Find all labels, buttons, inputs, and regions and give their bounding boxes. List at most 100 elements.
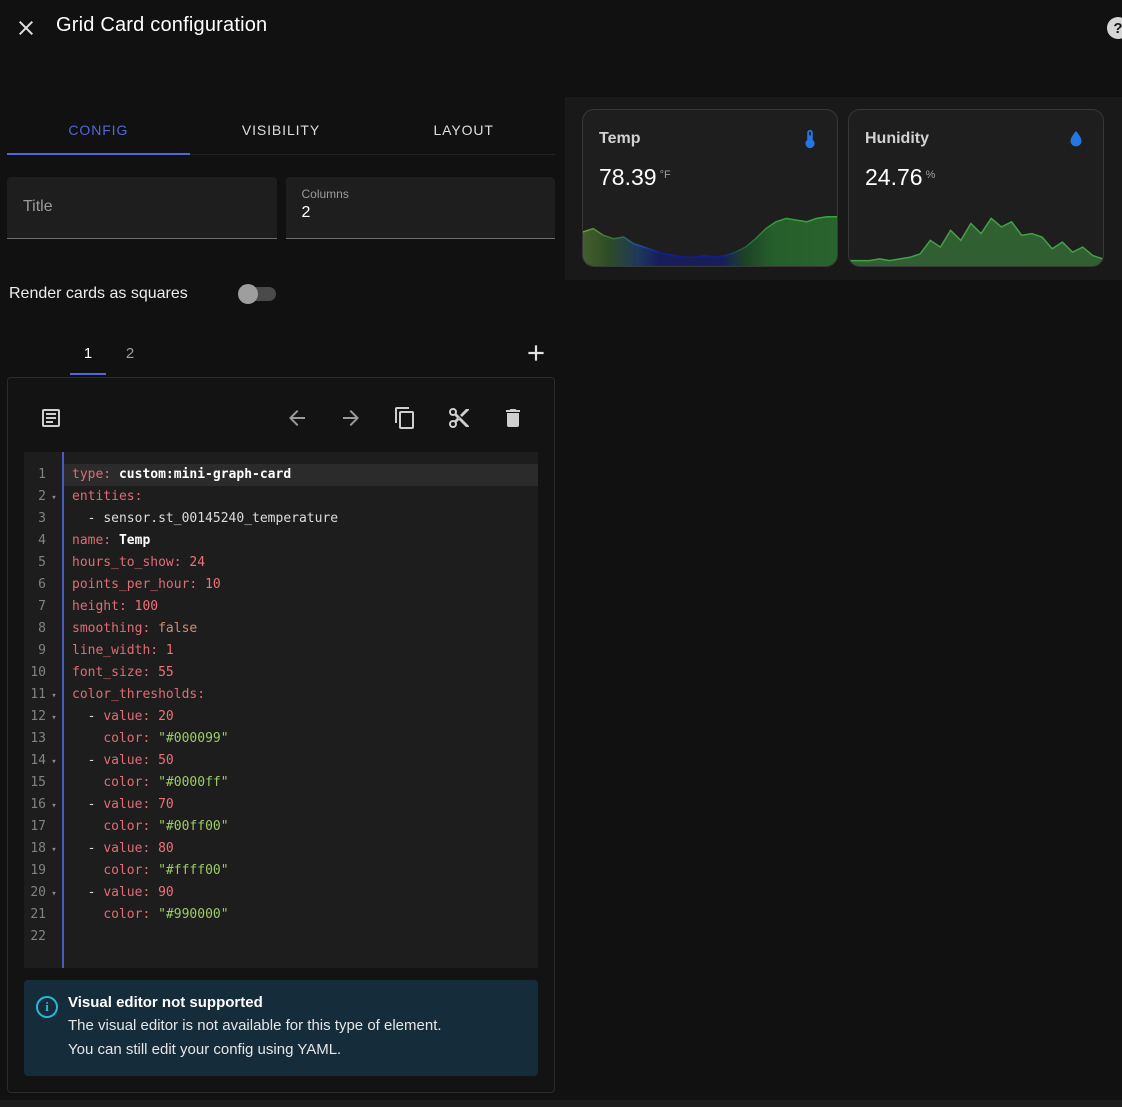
- code-line[interactable]: 2 ▾ entities:: [24, 486, 538, 508]
- line-number: 9: [38, 643, 46, 658]
- code-line[interactable]: 15 color: "#0000ff": [24, 772, 538, 794]
- line-number: 2: [38, 489, 46, 504]
- code-line[interactable]: 19 color: "#ffff00": [24, 860, 538, 882]
- line-number: 7: [38, 599, 46, 614]
- code-line[interactable]: 17 color: "#00ff00": [24, 816, 538, 838]
- code-line-text: points_per_hour: 10: [72, 577, 221, 592]
- preview-card-temp: Temp 78.39 °F: [582, 109, 838, 267]
- tab-visibility[interactable]: VISIBILITY: [190, 106, 373, 154]
- editor-actions: [285, 406, 525, 430]
- title-input[interactable]: [23, 177, 261, 237]
- code-line-text: - value: 80: [72, 841, 174, 856]
- info-text: Visual editor not supported The visual e…: [68, 994, 442, 1062]
- thermometer-icon: [799, 128, 821, 150]
- line-number: 3: [38, 511, 46, 526]
- water-drop-icon: [1065, 128, 1087, 150]
- line-number: 6: [38, 577, 46, 592]
- code-line[interactable]: 6 points_per_hour: 10: [24, 574, 538, 596]
- line-number: 1: [38, 467, 46, 482]
- code-line-text: name: Temp: [72, 533, 151, 548]
- line-number: 13: [30, 731, 46, 746]
- list-box-icon[interactable]: [39, 406, 63, 430]
- code-line[interactable]: 14 ▾ - value: 50: [24, 750, 538, 772]
- title-field[interactable]: [7, 177, 277, 239]
- plus-icon[interactable]: [523, 340, 549, 366]
- card-tab-2[interactable]: 2: [109, 331, 151, 375]
- squares-toggle-row: Render cards as squares: [7, 284, 555, 304]
- code-line[interactable]: 18 ▾ - value: 80: [24, 838, 538, 860]
- fold-toggle-icon[interactable]: ▾: [46, 838, 62, 860]
- help-icon[interactable]: ?: [1107, 17, 1122, 39]
- code-line[interactable]: 22: [24, 926, 538, 948]
- info-body-line: You can still edit your config using YAM…: [68, 1041, 342, 1058]
- fold-toggle-icon[interactable]: ▾: [46, 684, 62, 706]
- squares-toggle[interactable]: [237, 284, 276, 304]
- code-line[interactable]: 8 smoothing: false: [24, 618, 538, 640]
- card-value: 24.76: [865, 164, 923, 190]
- card-preview-panel: Temp 78.39 °F Hunidity 24.76 %: [565, 97, 1122, 280]
- code-line-text: color_thresholds:: [72, 687, 206, 702]
- grid-card-config-dialog: Grid Card configuration ? CONFIG VISIBIL…: [0, 0, 1122, 1107]
- line-number: 16: [30, 797, 46, 812]
- fold-toggle-icon[interactable]: ▾: [46, 794, 62, 816]
- columns-input[interactable]: [301, 204, 539, 222]
- code-line[interactable]: 5 hours_to_show: 24: [24, 552, 538, 574]
- code-line[interactable]: 16 ▾ - value: 70: [24, 794, 538, 816]
- dialog-title: Grid Card configuration: [56, 14, 268, 36]
- card-tab-1[interactable]: 1: [67, 331, 109, 375]
- fold-toggle-icon[interactable]: ▾: [46, 882, 62, 904]
- fold-toggle-icon[interactable]: ▾: [46, 706, 62, 728]
- card-name: Hunidity: [865, 130, 929, 147]
- undo-icon[interactable]: [285, 406, 309, 430]
- code-line-text: color: "#000099": [103, 731, 229, 746]
- code-line[interactable]: 11 ▾ color_thresholds:: [24, 684, 538, 706]
- code-line[interactable]: 20 ▾ - value: 90: [24, 882, 538, 904]
- tab-layout[interactable]: LAYOUT: [372, 106, 555, 154]
- line-number: 22: [30, 929, 46, 944]
- cut-icon[interactable]: [447, 406, 471, 430]
- code-line[interactable]: 4 name: Temp: [24, 530, 538, 552]
- yaml-code-editor[interactable]: 1 type: custom:mini-graph-card 2 ▾ entities:…: [24, 452, 538, 968]
- columns-field[interactable]: Columns: [285, 177, 555, 239]
- line-number: 4: [38, 533, 46, 548]
- code-line[interactable]: 13 color: "#000099": [24, 728, 538, 750]
- code-line-text: color: "#0000ff": [103, 775, 229, 790]
- close-icon[interactable]: [14, 16, 38, 40]
- fold-toggle-icon[interactable]: ▾: [46, 750, 62, 772]
- code-line[interactable]: 7 height: 100: [24, 596, 538, 618]
- gutter-divider: [62, 452, 64, 968]
- delete-icon[interactable]: [501, 406, 525, 430]
- code-line[interactable]: 9 line_width: 1: [24, 640, 538, 662]
- tab-config[interactable]: CONFIG: [7, 106, 190, 155]
- code-line[interactable]: 10 font_size: 55: [24, 662, 538, 684]
- line-number: 11: [30, 687, 46, 702]
- humidity-sparkline: [849, 208, 1103, 266]
- code-line[interactable]: 21 color: "#990000": [24, 904, 538, 926]
- code-line[interactable]: 3 - sensor.st_00145240_temperature: [24, 508, 538, 530]
- redo-icon[interactable]: [339, 406, 363, 430]
- code-line[interactable]: 1 type: custom:mini-graph-card: [24, 464, 538, 486]
- line-number: 15: [30, 775, 46, 790]
- yaml-editor-panel: 1 type: custom:mini-graph-card 2 ▾ entities:…: [7, 377, 555, 1093]
- card-unit: °F: [659, 169, 671, 181]
- line-number: 20: [30, 885, 46, 900]
- code-line-text: font_size: 55: [72, 665, 174, 680]
- code-content: 1 type: custom:mini-graph-card 2 ▾ entities:…: [24, 464, 538, 948]
- copy-icon[interactable]: [393, 406, 417, 430]
- fold-toggle-icon[interactable]: ▾: [46, 486, 62, 508]
- code-line[interactable]: 12 ▾ - value: 20: [24, 706, 538, 728]
- code-line-text: - value: 50: [72, 753, 174, 768]
- code-line-text: smoothing: false: [72, 621, 198, 636]
- code-line-text: - value: 90: [72, 885, 174, 900]
- visual-editor-info-box: i Visual editor not supported The visual…: [24, 980, 538, 1076]
- line-number: 19: [30, 863, 46, 878]
- code-line-text: - sensor.st_00145240_temperature: [72, 511, 339, 526]
